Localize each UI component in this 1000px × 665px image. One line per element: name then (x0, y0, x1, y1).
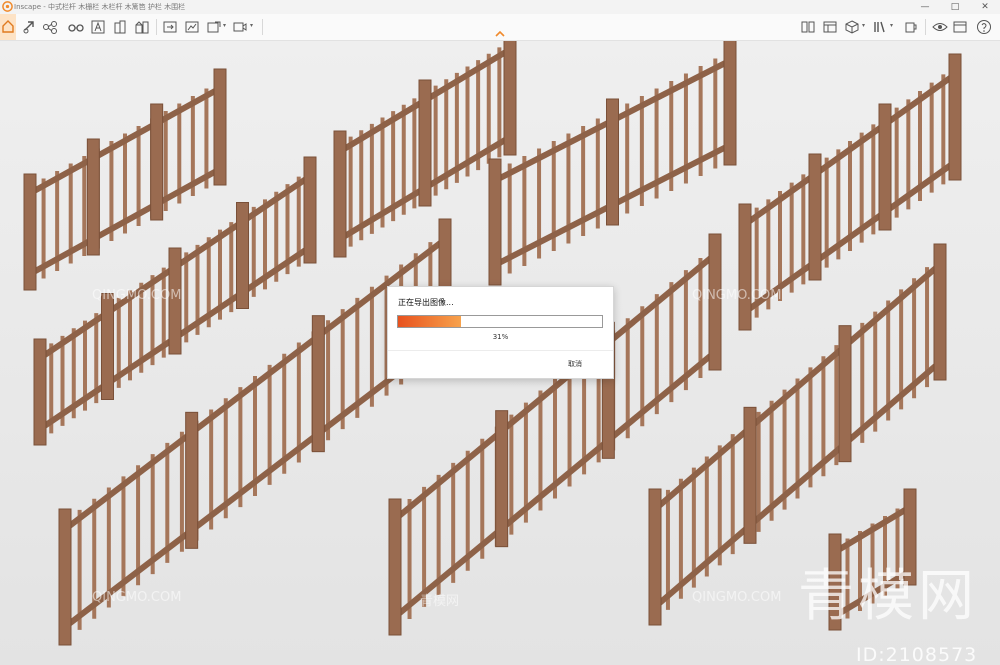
fence-post (808, 153, 822, 281)
chevron-down-icon[interactable]: ▾ (890, 22, 893, 29)
toolbar-separator (156, 19, 157, 35)
chevron-down-icon[interactable]: ▾ (862, 22, 865, 29)
buildings-icon[interactable] (134, 19, 150, 35)
app-logo-icon (2, 1, 13, 12)
fence-post (311, 315, 325, 453)
window-icon[interactable] (952, 19, 968, 35)
node-icon[interactable] (42, 19, 58, 35)
fence-post (418, 79, 432, 207)
link-icon[interactable] (22, 19, 38, 35)
progress-bar-fill (398, 316, 462, 327)
video-icon[interactable] (232, 19, 248, 35)
watermark-text: QINGMO.COM (692, 288, 782, 303)
mug-icon[interactable] (903, 19, 919, 35)
fence-post (58, 508, 72, 646)
fence-post (743, 406, 757, 544)
title-bar: Inscape - 中式栏杆 木栅栏 木栏杆 木篱笆 护栏 木围栏 — □ ✕ (0, 0, 1000, 14)
home-icon (2, 20, 14, 33)
fence-post (101, 293, 114, 400)
fence-post (503, 41, 517, 156)
dialog-divider (388, 350, 613, 351)
shape-icon[interactable] (90, 19, 106, 35)
fence-post (878, 103, 892, 231)
maximize-button[interactable]: □ (940, 0, 970, 14)
collapse-toolbar-icon[interactable] (495, 30, 505, 38)
fence-post (948, 53, 962, 181)
dialog-title: 正在导出图像... (398, 298, 454, 307)
minimize-button[interactable]: — (910, 0, 940, 14)
fence-post (213, 68, 227, 186)
chevron-down-icon[interactable]: ▾ (250, 22, 253, 29)
toolbar-separator (925, 19, 926, 35)
export-progress-dialog: 正在导出图像... 31% 取消 (387, 286, 614, 379)
box-icon[interactable] (844, 19, 860, 35)
layout-icon[interactable] (822, 19, 838, 35)
library-icon[interactable] (872, 19, 888, 35)
fence-post (23, 173, 37, 291)
fence-post (388, 498, 402, 636)
progress-bar (397, 315, 603, 328)
toolbar-separator (262, 19, 263, 35)
glasses-icon[interactable] (68, 19, 84, 35)
fence-post (933, 243, 947, 381)
fence-post (723, 41, 737, 166)
export-icon[interactable] (162, 19, 178, 35)
building-icon[interactable] (112, 19, 128, 35)
fence-post (488, 158, 502, 286)
fence-post (648, 488, 662, 626)
book-icon[interactable] (800, 19, 816, 35)
render-icon[interactable] (184, 19, 200, 35)
watermark-text: QINGMO.COM (92, 288, 182, 303)
watermark-logo-text: 青模网 (798, 564, 978, 629)
fence-post (738, 203, 752, 331)
fence-post (33, 338, 47, 446)
watermark-text: 青模网 (420, 594, 460, 609)
watermark-id: ID:2108573 (856, 644, 978, 665)
fence-post (838, 325, 852, 463)
fence-post (150, 103, 164, 221)
fence-post (333, 130, 347, 258)
fence-post (236, 202, 249, 309)
watermark-text: QINGMO.COM (92, 590, 182, 605)
fence-post (185, 411, 199, 549)
eye-icon[interactable] (932, 19, 948, 35)
fence-post (86, 138, 100, 256)
image-export-icon[interactable] (206, 19, 222, 35)
progress-percent: 31% (492, 333, 509, 341)
help-icon[interactable] (976, 19, 992, 35)
cancel-button[interactable]: 取消 (568, 359, 582, 369)
home-button[interactable] (0, 14, 16, 40)
watermark-text: QINGMO.COM (692, 590, 782, 605)
window-title: Inscape - 中式栏杆 木栅栏 木栏杆 木篱笆 护栏 木围栏 (14, 3, 186, 11)
close-button[interactable]: ✕ (970, 0, 1000, 14)
fence-post (606, 98, 619, 226)
chevron-down-icon[interactable]: ▾ (223, 22, 226, 29)
fence-post (303, 156, 317, 264)
fence-post (495, 410, 509, 548)
